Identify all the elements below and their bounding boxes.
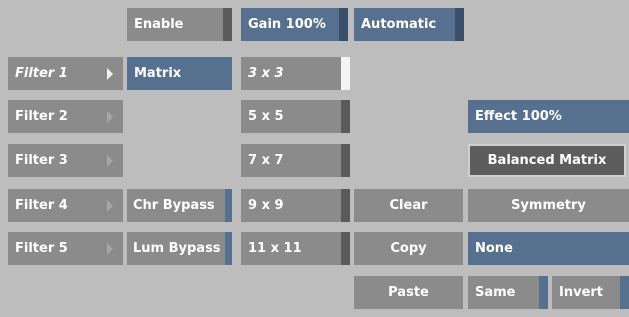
symmetry-label-box: Symmetry — [468, 189, 629, 222]
gain-label: Gain 100% — [248, 17, 326, 32]
arrow-right-icon — [107, 110, 113, 123]
clear-button[interactable]: Clear — [354, 189, 463, 222]
filter-1-label: Filter 1 — [15, 66, 68, 81]
filter-4-button[interactable]: Filter 4 — [8, 189, 123, 222]
chroma-bypass-indicator — [225, 189, 232, 222]
copy-label: Copy — [390, 241, 427, 256]
same-label: Same — [475, 285, 516, 300]
effect-label: Effect 100% — [475, 109, 562, 124]
enable-toggle-indicator — [223, 8, 232, 41]
kernel-7x7-indicator — [341, 144, 350, 177]
chroma-bypass-label: Chr Bypass — [133, 198, 215, 213]
kernel-5x5-button[interactable]: 5 x 5 — [241, 100, 350, 133]
luma-bypass-button[interactable]: Lum Bypass — [127, 232, 232, 265]
kernel-9x9-button[interactable]: 9 x 9 — [241, 189, 350, 222]
filter-3-button[interactable]: Filter 3 — [8, 144, 123, 177]
invert-label: Invert — [559, 285, 604, 300]
kernel-7x7-label: 7 x 7 — [248, 153, 284, 168]
kernel-9x9-label: 9 x 9 — [248, 198, 284, 213]
kernel-5x5-indicator — [341, 100, 350, 133]
same-button[interactable]: Same — [468, 276, 548, 309]
symmetry-label: Symmetry — [511, 198, 586, 213]
filter-1-button[interactable]: Filter 1 — [8, 57, 123, 90]
paste-label: Paste — [388, 285, 429, 300]
matrix-button[interactable]: Matrix — [127, 57, 232, 90]
gain-indicator — [339, 8, 348, 41]
filter-4-label: Filter 4 — [15, 198, 68, 213]
filter-5-button[interactable]: Filter 5 — [8, 232, 123, 265]
arrow-right-icon — [107, 199, 113, 212]
luma-bypass-label: Lum Bypass — [133, 241, 221, 256]
enable-button[interactable]: Enable — [127, 8, 232, 41]
gain-field[interactable]: Gain 100% — [241, 8, 348, 41]
kernel-5x5-label: 5 x 5 — [248, 109, 284, 124]
kernel-3x3-indicator — [341, 57, 350, 90]
clear-label: Clear — [389, 198, 428, 213]
chroma-bypass-button[interactable]: Chr Bypass — [127, 189, 232, 222]
automatic-label: Automatic — [361, 17, 437, 32]
invert-indicator — [620, 276, 629, 309]
kernel-3x3-button[interactable]: 3 x 3 — [241, 57, 350, 90]
same-indicator — [539, 276, 548, 309]
enable-label: Enable — [134, 17, 184, 32]
filter-2-button[interactable]: Filter 2 — [8, 100, 123, 133]
arrow-right-icon — [107, 154, 113, 167]
kernel-3x3-label: 3 x 3 — [248, 66, 284, 81]
balanced-matrix-button[interactable]: Balanced Matrix — [468, 144, 626, 177]
kernel-7x7-button[interactable]: 7 x 7 — [241, 144, 350, 177]
matrix-label: Matrix — [134, 66, 182, 81]
balanced-matrix-label: Balanced Matrix — [487, 153, 607, 168]
effect-field[interactable]: Effect 100% — [468, 100, 629, 133]
kernel-11x11-button[interactable]: 11 x 11 — [241, 232, 350, 265]
kernel-11x11-label: 11 x 11 — [248, 241, 302, 256]
paste-button[interactable]: Paste — [354, 276, 463, 309]
symmetry-value: None — [475, 241, 513, 256]
filter-3-label: Filter 3 — [15, 153, 68, 168]
filter-2-label: Filter 2 — [15, 109, 68, 124]
arrow-right-icon — [107, 67, 113, 80]
invert-button[interactable]: Invert — [552, 276, 629, 309]
symmetry-dropdown[interactable]: None — [468, 232, 629, 265]
copy-button[interactable]: Copy — [354, 232, 463, 265]
kernel-9x9-indicator — [341, 189, 350, 222]
luma-bypass-indicator — [225, 232, 232, 265]
automatic-button[interactable]: Automatic — [354, 8, 464, 41]
kernel-11x11-indicator — [341, 232, 350, 265]
filter-5-label: Filter 5 — [15, 241, 68, 256]
automatic-indicator — [455, 8, 464, 41]
arrow-right-icon — [107, 242, 113, 255]
